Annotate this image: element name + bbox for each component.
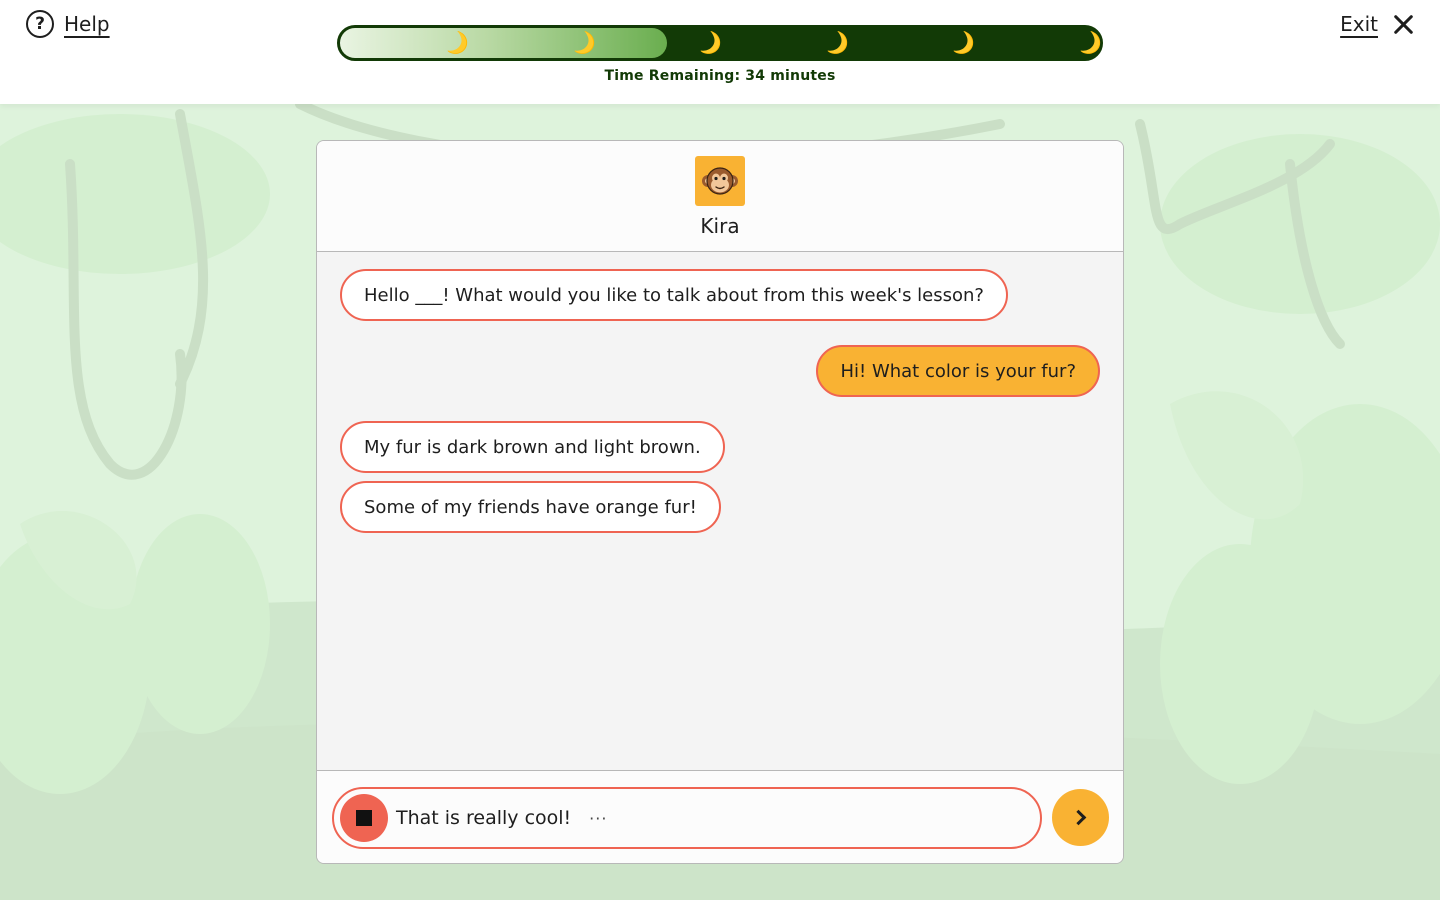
input-content: That is really cool! ··· (396, 789, 607, 847)
help-label: Help (64, 12, 110, 36)
user-message: Hi! What color is your fur? (816, 345, 1100, 397)
message-input[interactable]: That is really cool! ··· (332, 787, 1042, 849)
chat-card: Kira Hello ___! What would you like to t… (316, 140, 1124, 864)
banana-icon: 🌙 (693, 27, 726, 59)
chat-header: Kira (317, 141, 1123, 252)
help-icon: ? (26, 10, 54, 38)
time-remaining: Time Remaining: 34 minutes (604, 68, 836, 84)
help-button[interactable]: ? Help (26, 10, 110, 38)
banana-icon: 🌙 (440, 27, 473, 59)
typing-indicator-icon: ··· (589, 808, 608, 828)
chevron-right-icon (1070, 809, 1087, 826)
exit-label: Exit (1340, 12, 1378, 36)
exit-button[interactable]: Exit (1340, 10, 1414, 38)
stop-recording-button[interactable] (340, 794, 388, 842)
banana-icon: 🌙 (946, 27, 979, 59)
close-icon (1392, 13, 1414, 35)
banana-icon: 🌙 (820, 27, 853, 59)
bot-message: Some of my friends have orange fur! (340, 481, 721, 533)
input-value: That is really cool! (396, 807, 572, 829)
message-list: Hello ___! What would you like to talk a… (317, 252, 1123, 770)
message-composer: That is really cool! ··· (317, 770, 1123, 863)
banana-icon: 🌙 (567, 27, 600, 59)
monkey-icon (695, 156, 745, 206)
bot-name: Kira (700, 214, 740, 238)
send-button[interactable] (1052, 789, 1109, 846)
top-bar: ? Help 🌙 🌙 🌙 🌙 🌙 🌙 Time Remaining: 34 minutes… (0, 0, 1440, 104)
banana-icon: 🌙 (1073, 27, 1106, 59)
stop-icon (356, 810, 372, 826)
bot-message: My fur is dark brown and light brown. (340, 421, 725, 473)
progress-milestones: 🌙 🌙 🌙 🌙 🌙 🌙 (340, 27, 1106, 59)
session-progress-bar: 🌙 🌙 🌙 🌙 🌙 🌙 (337, 25, 1106, 61)
bot-message: Hello ___! What would you like to talk a… (340, 269, 1008, 321)
